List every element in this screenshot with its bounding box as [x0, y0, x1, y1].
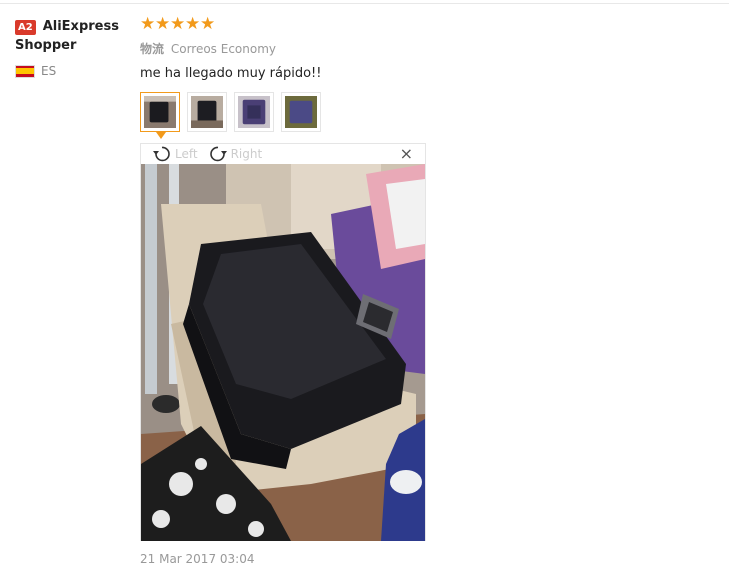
reviewer-name-line2: Shopper — [15, 38, 77, 53]
reviewer-name: AliExpress — [42, 19, 119, 34]
reviewer-info: A2 AliExpress — [15, 17, 130, 36]
photo-viewer-toolbar: Left Right × — [141, 144, 425, 164]
user-level-badge: A2 — [15, 20, 36, 35]
star-icon: ★ — [170, 14, 186, 34]
photo-thumbnail-4[interactable] — [281, 92, 321, 132]
star-icon: ★ — [200, 14, 216, 34]
shipping-label: 物流 — [140, 42, 165, 56]
rotate-right-button[interactable]: Right — [207, 145, 263, 163]
country-code: ES — [41, 64, 57, 78]
reviewer-country: ES — [15, 64, 56, 78]
rotate-left-icon — [153, 146, 170, 162]
photo-thumbnails — [140, 92, 328, 139]
close-icon[interactable]: × — [400, 146, 413, 162]
rotate-left-button[interactable]: Left — [151, 145, 198, 163]
star-icon: ★ — [140, 14, 156, 34]
rotate-right-label: Right — [230, 147, 263, 161]
review-date: 21 Mar 2017 03:04 — [140, 552, 255, 566]
photo-thumbnail-2[interactable] — [187, 92, 227, 132]
review-comment: me ha llegado muy rápido!! — [140, 66, 322, 81]
star-icon: ★ — [155, 14, 171, 34]
rotate-right-icon — [209, 146, 227, 162]
photo-thumbnail-3[interactable] — [234, 92, 274, 132]
top-divider — [0, 3, 729, 4]
star-icon: ★ — [185, 14, 201, 34]
shipping-info: 物流 Correos Economy — [140, 40, 276, 57]
photo-thumbnail-image — [191, 96, 223, 128]
active-thumbnail-caret — [156, 132, 166, 139]
shipping-method: Correos Economy — [170, 42, 277, 56]
photo-thumbnail-image — [238, 96, 270, 128]
review-photo — [141, 164, 425, 541]
spain-flag-icon — [15, 64, 35, 78]
photo-thumbnail-1[interactable] — [140, 92, 180, 139]
photo-viewer: Left Right × — [140, 143, 426, 541]
star-rating: ★ ★ ★ ★ ★ — [140, 15, 215, 33]
photo-thumbnail-image — [144, 96, 176, 128]
photo-thumbnail-image — [285, 96, 317, 128]
rotate-left-label: Left — [175, 147, 198, 161]
